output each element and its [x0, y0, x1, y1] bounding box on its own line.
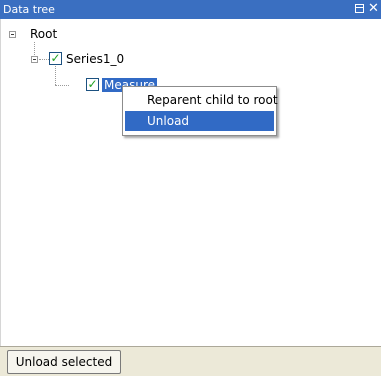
tree-node-series[interactable]: Series1_0 [66, 52, 124, 66]
panel-title: Data tree [3, 3, 55, 16]
bottom-toolbar: Unload selected [0, 346, 381, 376]
tree-connector [39, 59, 49, 60]
collapse-icon-root[interactable] [9, 31, 16, 38]
collapse-icon-series[interactable] [31, 56, 38, 63]
title-bar[interactable]: Data tree ✕ [0, 0, 381, 19]
checkbox-measure[interactable]: ✓ [86, 78, 99, 91]
data-tree-panel: Data tree ✕ Root ✓ Series1_0 ✓ Measure R… [0, 0, 381, 376]
unload-selected-button[interactable]: Unload selected [7, 350, 121, 374]
close-icon[interactable]: ✕ [368, 1, 379, 16]
panel-border [0, 19, 1, 346]
menu-item-unload[interactable]: Unload [125, 111, 274, 131]
tree-connector [55, 85, 69, 86]
tree-view[interactable]: Root ✓ Series1_0 ✓ Measure Reparent chil… [8, 23, 378, 346]
restore-icon[interactable] [355, 4, 364, 13]
tree-connector [55, 66, 56, 85]
menu-item-reparent[interactable]: Reparent child to root [125, 90, 278, 110]
context-menu: Reparent child to root Unload [122, 86, 278, 136]
tree-node-root[interactable]: Root [30, 27, 57, 41]
checkbox-series[interactable]: ✓ [49, 52, 62, 65]
